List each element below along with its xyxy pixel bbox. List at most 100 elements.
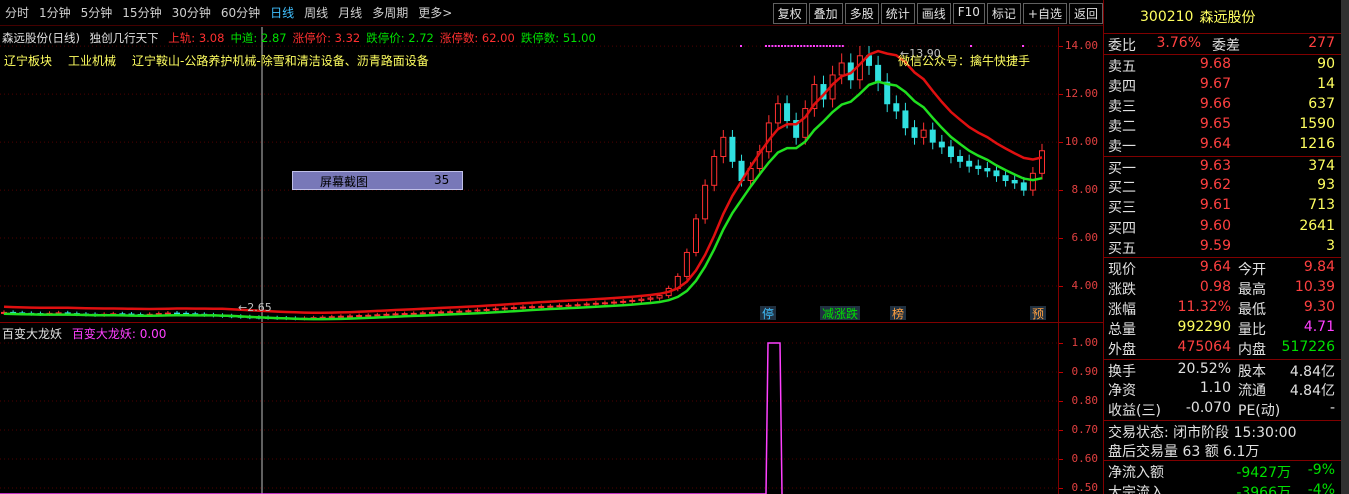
period-tab[interactable]: 月线 (333, 4, 367, 21)
quote-row: 卖三 9.66 637 (1104, 95, 1341, 115)
period-tab[interactable]: 15分钟 (117, 4, 166, 21)
quote-row: 涨跌 0.98 最高 10.39 (1104, 278, 1341, 298)
toolbar-button[interactable]: 叠加 (808, 3, 843, 24)
kline-chart[interactable]: ←13.90 ←2.65 停减涨跌榜预 (0, 27, 1058, 322)
toolbar-button[interactable]: 多股 (844, 3, 879, 24)
ask-label: 卖一 (1108, 139, 1136, 156)
period-tab[interactable]: 5分钟 (76, 4, 118, 21)
quote-cell: - (1329, 400, 1335, 417)
candle-body (1029, 172, 1036, 191)
indicator-tick: 0.60 (1059, 452, 1104, 465)
sector-tag[interactable]: 辽宁鞍山-公路养护机械-除雪和清洁设备、沥青路面设备 (132, 54, 429, 68)
candle-body (902, 110, 909, 129)
quote-cell: 净资 (1108, 383, 1136, 400)
quote-cell: -4% (1307, 481, 1335, 494)
signal-dot (835, 45, 838, 47)
candle-body (392, 313, 399, 316)
period-tab[interactable]: 日线 (265, 4, 299, 21)
quote-cell: 今开 (1238, 262, 1266, 279)
indicator-param: 涨停价: 3.32 (292, 31, 361, 45)
screenshot-number: 35 (434, 173, 450, 187)
quote-cell: 外盘 (1108, 342, 1136, 359)
indicator-param: 中道: 2.87 (230, 31, 287, 45)
candle-body (993, 170, 1000, 177)
indicator-tick: 0.80 (1059, 394, 1104, 407)
period-toolbar: 分时 1分钟 5分钟 15分钟 30分钟 60分钟 日线 周线 月线 多周期 更多> 复权 叠加 多股统… (0, 0, 1103, 26)
candle-body (938, 141, 945, 148)
stock-period-title: 森远股份(日线) (2, 31, 80, 45)
quote-cell: 净流入额 (1108, 465, 1164, 482)
quote-row: 卖二 9.65 1590 (1104, 115, 1341, 135)
toolbar-button[interactable]: 复权 (772, 3, 807, 24)
period-tab[interactable]: 多周期 (367, 4, 413, 21)
event-tag[interactable]: 减涨跌 (822, 306, 858, 321)
bid-volume: 374 (1308, 157, 1335, 174)
quote-cell: 股本 (1238, 363, 1266, 380)
candle-body (356, 315, 363, 318)
signal-dot (781, 45, 783, 47)
signal-dot (765, 45, 767, 47)
sector-tag[interactable]: 辽宁板块 (4, 54, 52, 68)
candle-body (929, 129, 936, 143)
toolbar-button[interactable]: 标记 (986, 3, 1021, 24)
quote-cell: 4.71 (1303, 319, 1335, 336)
quote-cell: 4.84亿 (1289, 383, 1335, 400)
toolbar-button[interactable]: 统计 (880, 3, 915, 24)
toolbar-button[interactable]: F10 (952, 3, 985, 24)
event-tag[interactable]: 榜 (892, 306, 904, 321)
candle-body (483, 309, 490, 312)
event-tag[interactable]: 停 (762, 306, 774, 321)
signal-dot (787, 45, 790, 47)
quote-cell: 475064 (1177, 339, 1231, 356)
quote-row: 现价 9.64 今开 9.84 (1104, 257, 1341, 279)
indicator-tick: 0.70 (1059, 423, 1104, 436)
trade-status: 交易状态: 闭市阶段 15:30:00 (1108, 424, 1297, 441)
bid-label: 买三 (1108, 200, 1136, 217)
signal-dot (793, 45, 796, 47)
bid-price: 9.59 (1199, 237, 1231, 254)
quote-row: 卖五 9.68 90 (1104, 54, 1341, 75)
period-tab[interactable]: 更多> (413, 4, 457, 21)
candle-body (556, 305, 563, 308)
period-tab[interactable]: 1分钟 (34, 4, 76, 21)
screenshot-tooltip[interactable]: 屏幕截图 35 (292, 171, 463, 190)
quote-row: 买五 9.59 3 (1104, 237, 1341, 257)
period-tab[interactable]: 30分钟 (167, 4, 216, 21)
candle-body (492, 308, 499, 311)
indicator-name[interactable]: 百变大龙妖 (2, 327, 62, 341)
toolbar-button[interactable]: 返回 (1068, 3, 1103, 24)
candle-body (383, 313, 390, 316)
candle-body (174, 312, 180, 315)
period-tabs: 分时 1分钟 5分钟 15分钟 30分钟 60分钟 日线 周线 月线 多周期 更多> (0, 4, 457, 21)
overlay-indicator-name[interactable]: 独创几行天下 (90, 31, 159, 45)
bid-price: 9.61 (1199, 197, 1231, 214)
toolbar-button[interactable]: +自选 (1022, 3, 1067, 24)
candle-body (647, 297, 654, 300)
low-price-label: ←2.65 (238, 301, 272, 314)
quote-cell: 大宗流入 (1108, 484, 1164, 494)
candle-body (529, 306, 536, 309)
period-tab[interactable]: 周线 (299, 4, 333, 21)
quote-cell: 9.84 (1303, 259, 1335, 276)
candle-body (693, 218, 699, 253)
period-tab[interactable]: 分时 (0, 4, 34, 21)
toolbar-button[interactable]: 画线 (916, 3, 951, 24)
sector-tag[interactable]: 工业机械 (68, 54, 116, 68)
candle-body (947, 146, 954, 158)
quote-row: 涨幅 11.32% 最低 9.30 (1104, 298, 1341, 318)
quote-cell: 9.30 (1303, 298, 1335, 315)
quote-row: 交易状态: 闭市阶段 15:30:00 (1104, 419, 1341, 441)
event-tag[interactable]: 预 (1032, 307, 1044, 321)
indicator-chart[interactable] (0, 322, 1058, 494)
candle-body (465, 310, 472, 313)
period-tab[interactable]: 60分钟 (216, 4, 265, 21)
vertical-scrollbar[interactable] (1341, 0, 1349, 494)
candle-body (347, 315, 353, 318)
bid-volume: 2641 (1299, 217, 1335, 234)
quote-row: 买四 9.60 2641 (1104, 217, 1341, 237)
candle-body (574, 304, 581, 307)
wechat-note: 微信公众号：擒牛快捷手 (898, 54, 1031, 68)
ask-volume: 90 (1317, 56, 1335, 73)
candle-body (893, 103, 900, 112)
signal-dot (777, 45, 780, 47)
